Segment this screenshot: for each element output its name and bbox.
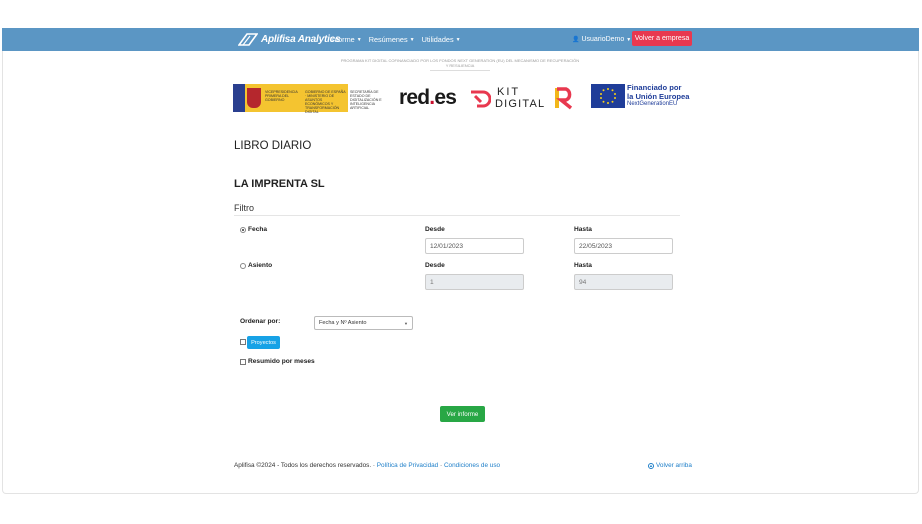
chevron-down-icon: ▼ bbox=[455, 36, 461, 43]
chevron-down-icon: ▼ bbox=[356, 36, 362, 43]
menu-informe-label: Informe bbox=[330, 35, 355, 44]
chevron-down-icon: ▼ bbox=[404, 321, 408, 326]
page-title: LIBRO DIARIO bbox=[234, 140, 312, 152]
eu-subtitle: NextGenerationEU bbox=[627, 101, 678, 107]
filter-heading: Filtro bbox=[234, 203, 254, 213]
asiento-desde-label: Desde bbox=[425, 262, 445, 269]
order-by-label: Ordenar por: bbox=[240, 318, 281, 325]
radio-fecha-label: Fecha bbox=[248, 226, 268, 233]
menu-utilidades[interactable]: Utilidades ▼ bbox=[422, 35, 461, 44]
digital-text: DIGITAL bbox=[495, 98, 546, 110]
gobierno-text-2: GOBIERNO DE ESPAÑA · MINISTERIO DE ASUNT… bbox=[305, 90, 346, 114]
asiento-desde-input[interactable]: 1 bbox=[425, 274, 524, 290]
menu-informe[interactable]: Informe ▼ bbox=[330, 35, 362, 44]
footer-copyright: Aplifisa ©2024 - Todos los derechos rese… bbox=[234, 462, 377, 469]
menu-resumenes[interactable]: Resúmenes ▼ bbox=[369, 35, 415, 44]
redes-text: red bbox=[399, 86, 430, 109]
view-report-button[interactable]: Ver informe bbox=[440, 406, 485, 422]
menu-utilidades-label: Utilidades bbox=[421, 35, 454, 44]
chevron-down-icon: ▼ bbox=[626, 36, 632, 43]
gobierno-text-3: SECRETARÍA DE ESTADO DE DIGITALIZACIÓN E… bbox=[350, 90, 382, 110]
redes-text-end: es bbox=[434, 86, 457, 109]
gobierno-text-1: VICEPRESIDENCIA PRIMERA DEL GOBIERNO bbox=[265, 90, 298, 102]
user-menu[interactable]: 👤 UsuarioDemo ▼ bbox=[572, 28, 631, 51]
radio-asiento[interactable]: Asiento bbox=[240, 262, 272, 269]
radio-fecha-control[interactable] bbox=[240, 226, 246, 233]
top-navbar: Aplifisa Analytics Informe ▼ Resúmenes ▼ U… bbox=[2, 28, 919, 51]
eu-flag-icon bbox=[591, 84, 625, 108]
resumido-option[interactable]: Resumido por meses bbox=[240, 358, 315, 365]
back-to-top-label: Volver arriba bbox=[656, 462, 692, 469]
back-to-company-button[interactable]: Volver a empresa bbox=[632, 31, 692, 46]
menu-resumenes-label: Resúmenes bbox=[368, 35, 408, 44]
user-icon: 👤 bbox=[572, 37, 580, 43]
radio-fecha[interactable]: Fecha bbox=[240, 226, 267, 233]
order-by-value: Fecha y Nº Asiento bbox=[319, 320, 367, 326]
brand-logo[interactable]: Aplifisa Analytics bbox=[238, 31, 341, 48]
kit-digital-icon bbox=[471, 90, 491, 108]
recovery-r-icon bbox=[555, 87, 573, 110]
eu-funding-logo: Financiado por la Unión Europea NextGener… bbox=[591, 83, 691, 112]
radio-asiento-label: Asiento bbox=[248, 262, 273, 269]
arrow-up-icon: ▲ bbox=[648, 462, 654, 469]
footer: Aplifisa ©2024 - Todos los derechos rese… bbox=[234, 462, 500, 469]
order-by-select[interactable]: Fecha y Nº Asiento ▼ bbox=[314, 316, 413, 330]
funding-divider bbox=[430, 70, 490, 71]
asiento-hasta-input[interactable]: 94 bbox=[574, 274, 673, 290]
main-menu: Informe ▼ Resúmenes ▼ Utilidades ▼ bbox=[330, 28, 468, 51]
proyectos-button[interactable]: Proyectos bbox=[247, 336, 280, 349]
fecha-desde-input[interactable]: 12/01/2023 bbox=[425, 238, 524, 254]
chevron-down-icon: ▼ bbox=[409, 36, 415, 43]
terms-link[interactable]: Condiciones de uso bbox=[444, 462, 500, 469]
user-name: UsuarioDemo bbox=[581, 36, 625, 43]
kit-text: KIT bbox=[497, 86, 521, 98]
resumido-label: Resumido por meses bbox=[248, 358, 315, 365]
redes-logo: red.es bbox=[399, 86, 457, 110]
filter-divider bbox=[234, 215, 680, 216]
funding-notice: PROGRAMA KIT DIGITAL COFINANCIADO POR LO… bbox=[340, 58, 580, 68]
funding-logos: VICEPRESIDENCIA PRIMERA DEL GOBIERNO GOB… bbox=[233, 82, 693, 114]
brand-name: Aplifisa Analytics bbox=[261, 34, 341, 45]
eu-title-line-2: la Unión Europea bbox=[627, 91, 690, 101]
fecha-desde-label: Desde bbox=[425, 226, 445, 233]
privacy-link[interactable]: Política de Privacidad bbox=[377, 462, 438, 469]
company-name: LA IMPRENTA SL bbox=[234, 178, 325, 190]
asiento-hasta-label: Hasta bbox=[574, 262, 592, 269]
kit-digital-logo: KIT DIGITAL bbox=[469, 84, 545, 112]
resumido-checkbox[interactable] bbox=[240, 358, 246, 365]
eu-title: Financiado por la Unión Europea bbox=[627, 83, 690, 101]
navbar-container: Aplifisa Analytics Informe ▼ Resúmenes ▼ U… bbox=[238, 28, 694, 51]
fecha-hasta-label: Hasta bbox=[574, 226, 592, 233]
radio-asiento-control[interactable] bbox=[240, 262, 246, 269]
proyectos-checkbox[interactable] bbox=[240, 339, 246, 345]
shield-icon bbox=[247, 88, 261, 108]
gobierno-logo: VICEPRESIDENCIA PRIMERA DEL GOBIERNO GOB… bbox=[233, 84, 391, 114]
eu-strip bbox=[233, 84, 245, 112]
back-to-top-link[interactable]: ▲ Volver arriba bbox=[648, 462, 692, 469]
brand-icon bbox=[238, 33, 258, 46]
fecha-hasta-input[interactable]: 22/05/2023 bbox=[574, 238, 673, 254]
